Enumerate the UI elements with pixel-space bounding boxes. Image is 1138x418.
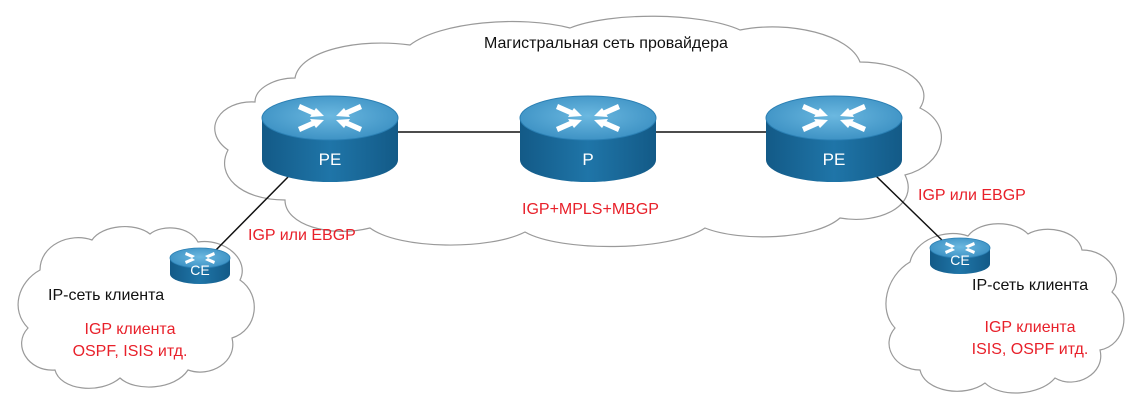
router-p-core-label: P — [582, 150, 594, 169]
customer-left-igp-line2: OSPF, ISIS итд. — [72, 343, 188, 360]
router-pe-right-label: PE — [822, 150, 846, 169]
customer-right-igp-line2: ISIS, OSPF итд. — [971, 341, 1089, 358]
customer-right-igp-line1: IGP клиента — [984, 319, 1076, 336]
customer-left-igp-line1: IGP клиента — [84, 321, 176, 338]
router-pe-left-label: PE — [318, 150, 342, 169]
customer-cloud-right — [885, 223, 1125, 394]
provider-network-label: Магистральная сеть провайдера — [484, 35, 728, 52]
right-access-protocol-label: IGP или EBGP — [918, 187, 1026, 204]
core-protocols-label: IGP+MPLS+MBGP — [522, 201, 659, 218]
left-access-protocol-label: IGP или EBGP — [248, 227, 356, 244]
router-ce-left-label: CE — [190, 262, 210, 278]
customer-right-network-label: IP-сеть клиента — [972, 277, 1089, 294]
customer-left-network-label: IP-сеть клиента — [48, 287, 165, 304]
router-ce-right-label: CE — [950, 252, 970, 268]
network-diagram: PE P PE CE CE Магистральная сеть провайд… — [0, 0, 1138, 418]
